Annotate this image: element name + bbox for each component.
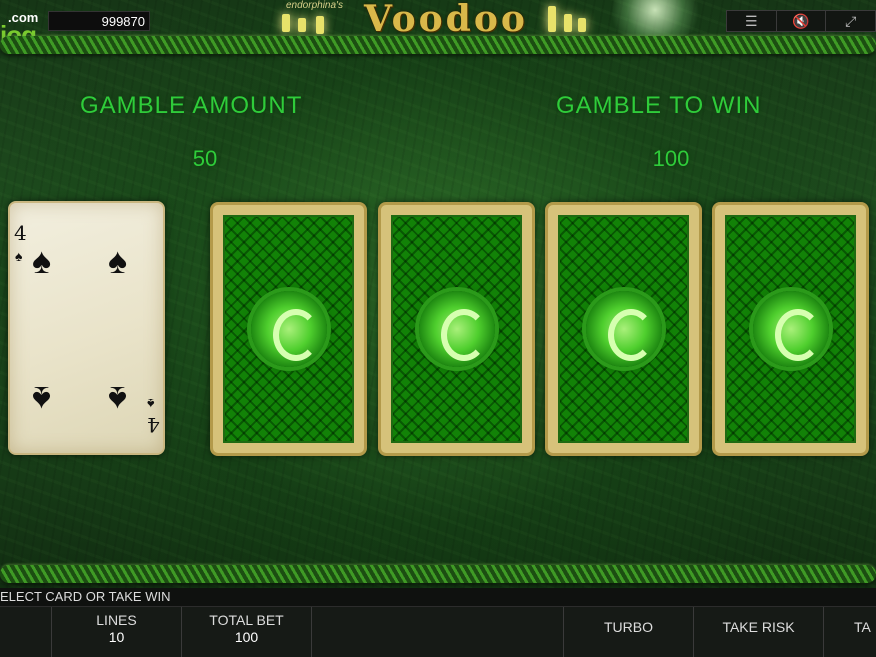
turbo-button[interactable]: TURBO <box>564 607 694 657</box>
candle-icon <box>578 18 586 32</box>
lines-label: LINES <box>96 612 137 628</box>
closed-card-3[interactable] <box>545 202 702 456</box>
window-controls: ☰ 🔇 ⤢ <box>726 10 876 32</box>
card-back-emblem-icon <box>250 291 327 367</box>
vine-border-bottom <box>0 565 876 583</box>
card-rank-bottom: 4 <box>147 413 160 437</box>
gamble-amount-value: 50 <box>192 146 218 171</box>
fullscreen-icon[interactable]: ⤢ <box>826 11 875 31</box>
status-message: ELECT CARD OR TAKE WIN <box>0 589 171 604</box>
spade-icon: ♠ <box>15 248 23 264</box>
game-stage: .com iog 999870 endorphina's Voodoo ☰ 🔇 … <box>0 0 876 657</box>
turbo-label: TURBO <box>604 619 653 635</box>
menu-icon[interactable]: ☰ <box>727 11 777 31</box>
total-bet-label: TOTAL BET <box>209 612 284 628</box>
vine-border-top <box>0 36 876 54</box>
card-rank-top: 4 <box>14 221 27 245</box>
card-back-emblem-icon <box>585 291 662 367</box>
take-risk-button[interactable]: TAKE RISK <box>694 607 824 657</box>
spade-icon: ♠ <box>32 379 52 420</box>
total-bet-value: 100 <box>234 629 259 645</box>
candle-icon <box>564 14 572 32</box>
candle-icon <box>282 14 290 32</box>
lines-control[interactable]: LINES 10 <box>52 607 182 657</box>
spade-icon: ♠ <box>32 240 52 281</box>
spin-settings-cell[interactable] <box>0 607 52 657</box>
spacer-cell <box>312 607 564 657</box>
spade-icon: ♠ <box>108 240 128 281</box>
game-title: Voodoo <box>364 0 528 40</box>
closed-card-2[interactable] <box>378 202 535 456</box>
gamble-to-win-value: 100 <box>652 146 690 171</box>
card-back-emblem-icon <box>752 291 829 367</box>
take-risk-label: TAKE RISK <box>722 619 795 635</box>
balance-display: 999870 <box>48 11 150 31</box>
take-win-label: TA <box>854 619 871 635</box>
top-bar: .com iog 999870 endorphina's Voodoo ☰ 🔇 … <box>0 0 876 50</box>
bottom-bar: LINES 10 TOTAL BET 100 TURBO TAKE RISK T… <box>0 606 876 657</box>
lines-value: 10 <box>108 629 125 645</box>
spade-icon: ♠ <box>147 396 155 412</box>
dealer-card: 4 ♠ ♠ ♠ ♠ ♠ ♠ 4 <box>8 201 165 455</box>
balance-value: 999870 <box>101 14 145 29</box>
status-bar: ELECT CARD OR TAKE WIN <box>0 588 876 606</box>
brand-name: endorphina's <box>286 0 343 11</box>
take-win-button[interactable]: TA <box>824 607 876 657</box>
mute-icon[interactable]: 🔇 <box>777 11 827 31</box>
candle-icon <box>298 18 306 32</box>
candle-icon <box>548 6 556 32</box>
gamble-amount-label: GAMBLE AMOUNT <box>80 92 303 119</box>
closed-card-1[interactable] <box>210 202 367 456</box>
spade-icon: ♠ <box>108 379 128 420</box>
total-bet-control[interactable]: TOTAL BET 100 <box>182 607 312 657</box>
candle-icon <box>316 16 324 34</box>
gamble-to-win-label: GAMBLE TO WIN <box>556 92 762 119</box>
closed-card-4[interactable] <box>712 202 869 456</box>
card-back-emblem-icon <box>418 291 495 367</box>
moon-glow <box>600 0 710 40</box>
